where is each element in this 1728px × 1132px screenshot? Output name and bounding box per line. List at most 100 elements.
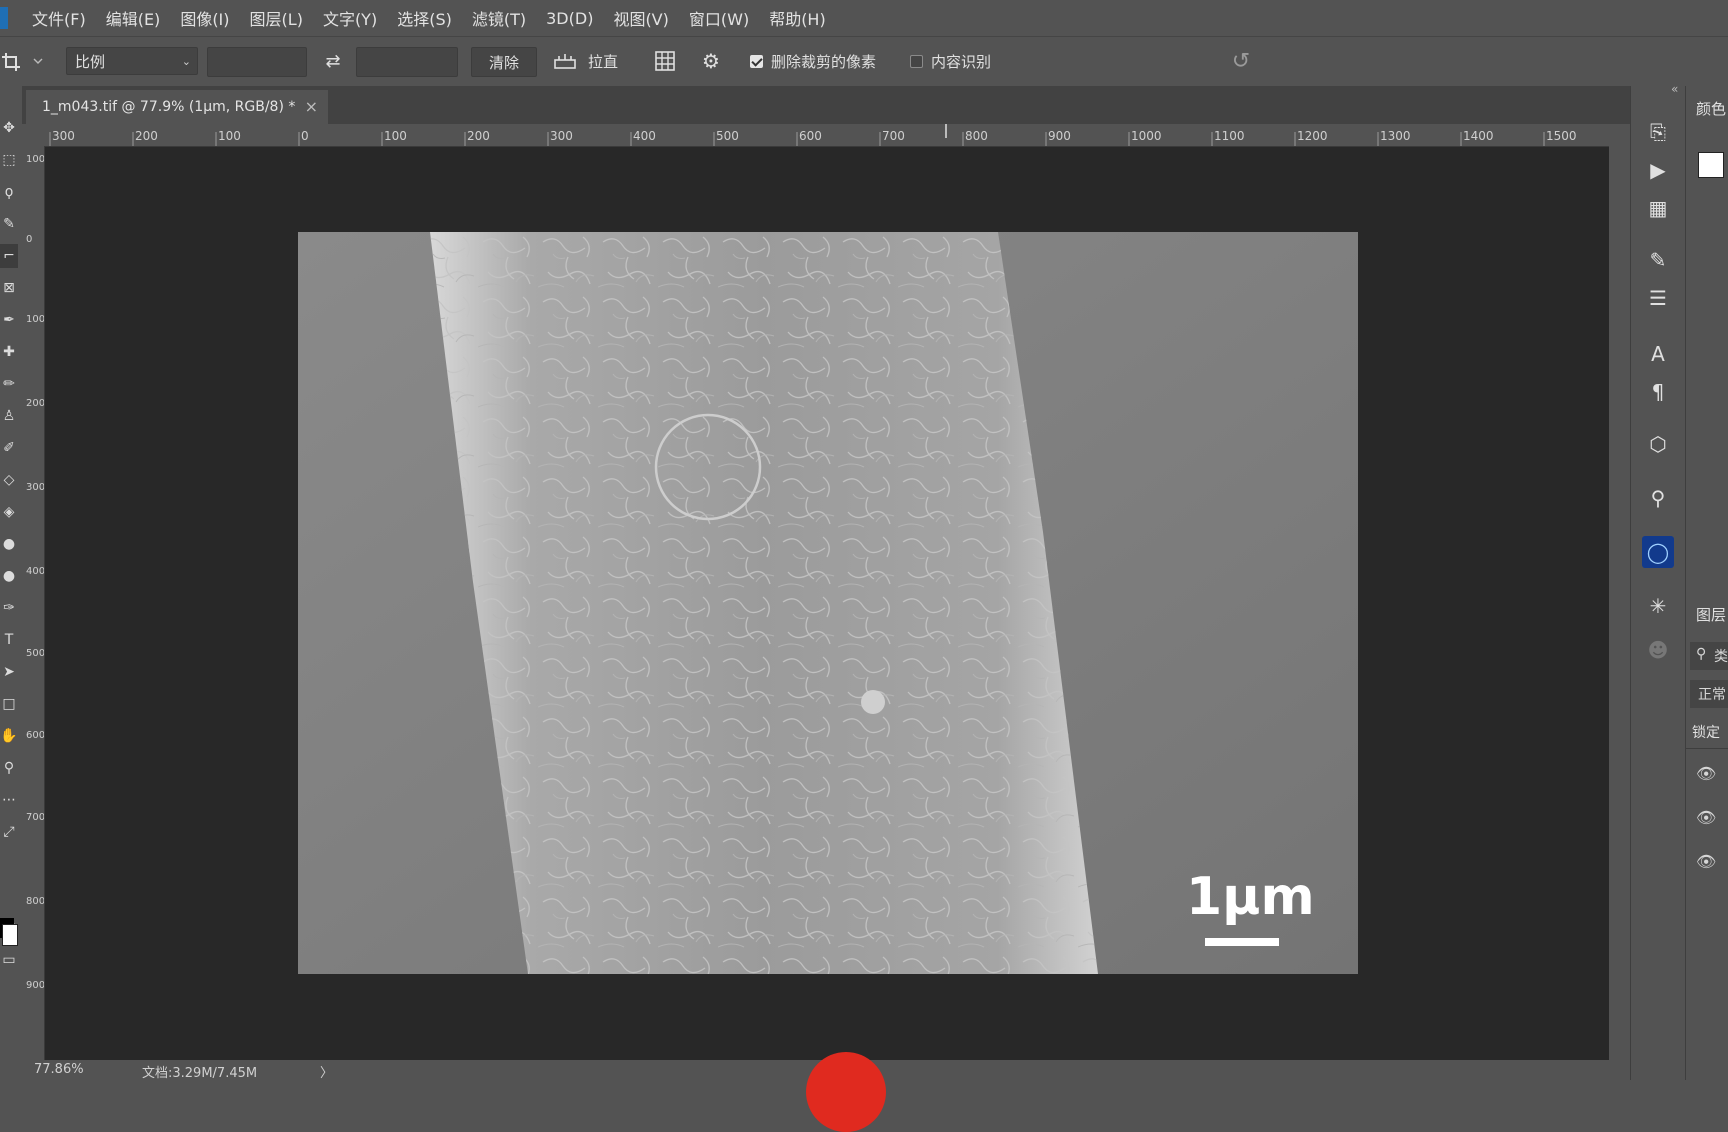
find-icon[interactable]: ⚲ [1642, 482, 1674, 514]
ruler-label: 900 [26, 980, 45, 991]
collapse-panels-icon[interactable]: « [1671, 82, 1678, 96]
visibility-eye-icon[interactable]: 👁 [1696, 808, 1716, 827]
history-brush-tool-icon[interactable]: ✐ [0, 436, 18, 460]
eraser-tool-icon[interactable]: ◇ [0, 468, 18, 492]
ruler-vertical[interactable]: 100 0 100 200 300 400 500 600 700 800 90… [22, 146, 45, 1060]
options-bar: 比例 ⌄ ⇄ 清除 拉直 ⚙ 删除裁剪的像素 内容识别 ↺ [0, 36, 1728, 88]
close-icon[interactable]: × [305, 97, 318, 116]
right-panel: 颜色 图层 ⚲ 类 正常 锁定 👁 👁 👁 [1686, 86, 1728, 1080]
brush-settings-icon[interactable]: ✎ [1642, 244, 1674, 276]
menu-file[interactable]: 文件(F) [32, 6, 86, 30]
visibility-eye-icon[interactable]: 👁 [1696, 764, 1716, 783]
menu-view[interactable]: 视图(V) [613, 6, 668, 30]
ruler-label: 400 [26, 566, 45, 577]
3d-cube-icon[interactable]: ⬡ [1642, 428, 1674, 460]
paragraph-panel-icon[interactable]: ¶ [1642, 376, 1674, 408]
ruler-label: 300 [26, 482, 45, 493]
ratio-height-input[interactable] [356, 47, 458, 77]
properties-panel-icon[interactable]: ▦ [1642, 192, 1674, 224]
zoom-level[interactable]: 77.86% [34, 1062, 84, 1077]
ruler-label: 1200 [1297, 129, 1328, 143]
menu-window[interactable]: 窗口(W) [689, 6, 749, 30]
ratio-width-input[interactable] [207, 47, 307, 77]
menu-type[interactable]: 文字(Y) [323, 6, 377, 30]
content-aware-checkbox[interactable]: 内容识别 [910, 47, 1010, 75]
eyedropper-tool-icon[interactable]: ✒ [0, 308, 18, 332]
sparkle-icon[interactable]: ✳ [1642, 590, 1674, 622]
screen-mode-icon[interactable]: ▭ [0, 948, 18, 972]
layers-panel-tab[interactable]: 图层 [1696, 604, 1726, 625]
gear-icon[interactable]: ⚙ [696, 47, 726, 75]
menu-filter[interactable]: 滤镜(T) [472, 6, 526, 30]
layer-filter-field[interactable]: ⚲ 类 [1690, 642, 1728, 670]
hand-tool-icon[interactable]: ✋ [0, 724, 18, 748]
document-tab[interactable]: 1_m043.tif @ 77.9% (1μm, RGB/8) * × [26, 90, 328, 124]
character-panel-icon[interactable]: A [1642, 338, 1674, 370]
swap-icon[interactable]: ⇄ [320, 47, 346, 75]
ruler-horizontal[interactable]: 300 200 100 0 100 200 300 400 500 600 70… [22, 124, 1609, 147]
tools-panel: ✥ ⬚ ϙ ✎ ⌐ ⊠ ✒ ✚ ✏ ♙ ✐ ◇ ◈ ● ● ✑ T ➤ □ ✋ … [0, 86, 23, 1080]
pen-tool-icon[interactable]: ✑ [0, 596, 18, 620]
ruler-label: 200 [467, 129, 490, 143]
menu-image[interactable]: 图像(I) [180, 6, 229, 30]
color-swatch[interactable] [1698, 152, 1724, 178]
background-color-swatch[interactable] [2, 924, 18, 946]
ratio-select[interactable]: 比例 ⌄ [66, 47, 198, 75]
swap-colors-icon[interactable]: ⤢ [0, 820, 18, 844]
checkbox-checked-icon[interactable] [750, 54, 763, 68]
actions-play-icon[interactable]: ▶ [1642, 154, 1674, 186]
document-size: 文档:3.29M/7.45M [142, 1066, 258, 1081]
adjustments-icon[interactable]: ☰ [1642, 282, 1674, 314]
ruler-label: 100 [26, 154, 45, 165]
lasso-tool-icon[interactable]: ϙ [0, 180, 18, 204]
scale-bar-label: 1μm [1186, 867, 1315, 927]
rectangle-tool-icon[interactable]: □ [0, 692, 18, 716]
path-selection-tool-icon[interactable]: ➤ [0, 660, 18, 684]
straighten-icon[interactable] [550, 47, 580, 75]
menu-layer[interactable]: 图层(L) [250, 6, 303, 30]
brush-tool-icon[interactable]: ✏ [0, 372, 18, 396]
alien-plugin-icon[interactable]: ☻ [1642, 634, 1674, 666]
menu-select[interactable]: 选择(S) [397, 6, 452, 30]
quick-select-tool-icon[interactable]: ✎ [0, 212, 18, 236]
move-tool-icon[interactable]: ✥ [0, 116, 18, 140]
plugin-circle-icon[interactable]: ◯ [1642, 536, 1674, 568]
menu-edit[interactable]: 编辑(E) [106, 6, 161, 30]
canvas-area[interactable]: 1μm [45, 147, 1609, 1060]
overlay-grid-icon[interactable] [650, 47, 680, 75]
status-menu-arrow-icon[interactable]: 〉 [320, 1062, 333, 1081]
lock-label: 锁定 [1692, 725, 1720, 741]
vertical-scrollbar[interactable] [1609, 124, 1630, 1080]
reset-icon[interactable]: ↺ [1226, 47, 1256, 75]
zoom-tool-icon[interactable]: ⚲ [0, 756, 18, 780]
scale-bar-line [1205, 938, 1279, 946]
delete-cropped-pixels-checkbox[interactable]: 删除裁剪的像素 [750, 47, 900, 75]
crop-tool-icon[interactable]: ⌐ [0, 244, 18, 268]
checkbox-unchecked-icon[interactable] [910, 54, 923, 68]
blend-mode-select[interactable]: 正常 [1690, 680, 1728, 708]
history-panel-icon[interactable]: ⎘ [1642, 116, 1674, 148]
ruler-label: 1100 [1214, 129, 1245, 143]
paint-bucket-tool-icon[interactable]: ◈ [0, 500, 18, 524]
document-image[interactable]: 1μm [298, 232, 1358, 974]
menu-3d[interactable]: 3D(D) [546, 9, 593, 28]
ruler-label: 100 [384, 129, 407, 143]
type-tool-icon[interactable]: T [0, 628, 18, 652]
healing-brush-tool-icon[interactable]: ✚ [0, 340, 18, 364]
menu-help[interactable]: 帮助(H) [769, 6, 826, 30]
ruler-label: 700 [882, 129, 905, 143]
more-tools-icon[interactable]: ⋯ [0, 788, 18, 812]
ratio-select-value: 比例 [75, 52, 106, 71]
crop-tool-preset-icon[interactable] [0, 47, 44, 75]
frame-tool-icon[interactable]: ⊠ [0, 276, 18, 300]
photoshop-logo-icon[interactable] [0, 7, 8, 29]
clone-stamp-tool-icon[interactable]: ♙ [0, 404, 18, 428]
blur-tool-icon[interactable]: ● [0, 532, 18, 556]
ruler-label: 100 [26, 314, 45, 325]
color-panel-tab[interactable]: 颜色 [1696, 98, 1726, 119]
dodge-tool-icon[interactable]: ● [0, 564, 18, 588]
visibility-eye-icon[interactable]: 👁 [1696, 852, 1716, 871]
clear-button[interactable]: 清除 [471, 47, 537, 77]
marquee-tool-icon[interactable]: ⬚ [0, 148, 18, 172]
straighten-label[interactable]: 拉直 [588, 47, 628, 75]
